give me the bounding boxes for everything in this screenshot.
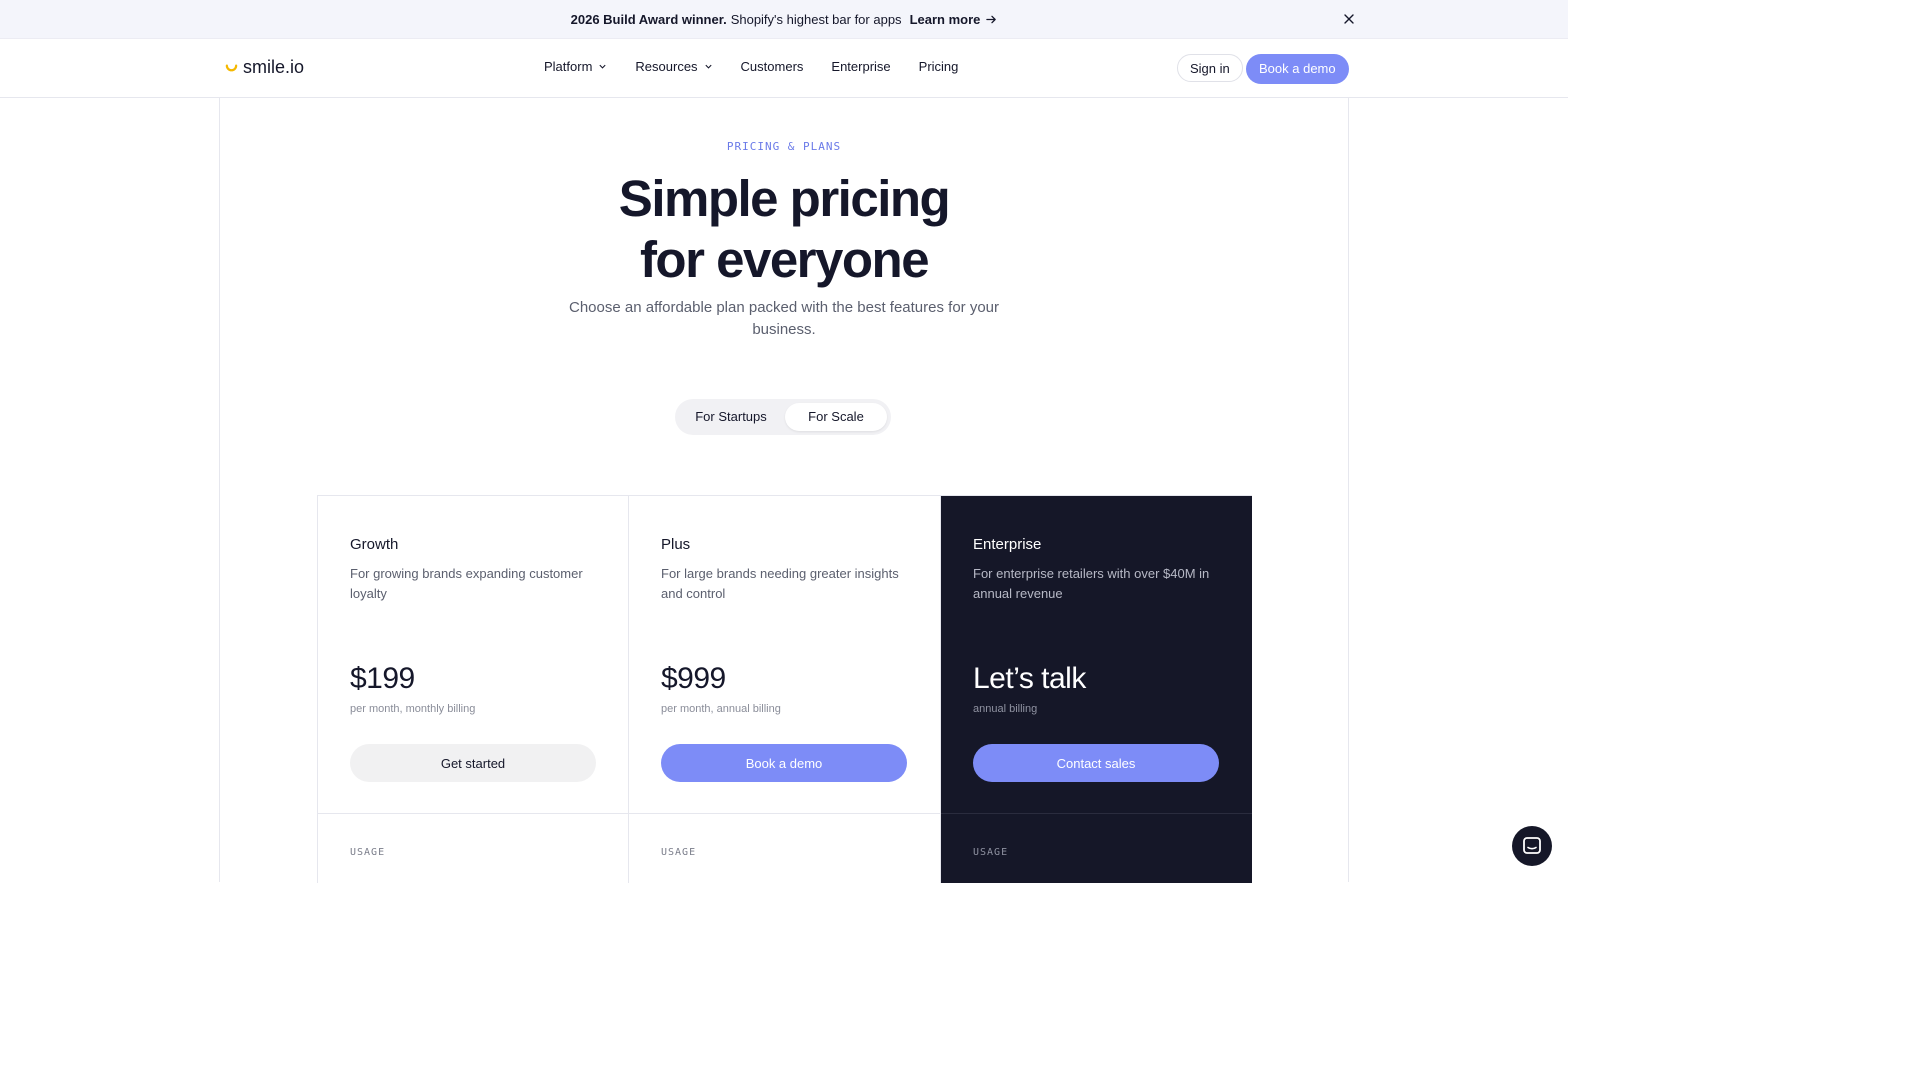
toggle-option-scale[interactable]: For Scale	[785, 403, 887, 431]
logo-text: smile.io	[243, 57, 305, 77]
chat-launcher-button[interactable]	[1512, 826, 1552, 866]
plan-divider	[629, 813, 940, 814]
plan-description: For enterprise retailers with over $40M …	[973, 566, 1210, 601]
plan-name: Enterprise	[973, 536, 1042, 553]
nav-label: Enterprise	[831, 59, 891, 74]
plan-billing: annual billing	[973, 703, 1038, 715]
plan-price: $999	[661, 662, 726, 695]
chevron-down-icon	[599, 64, 606, 69]
plan-divider	[318, 813, 628, 814]
plan-price: Let’s talk	[973, 662, 1086, 695]
plan-card-growth: Growth For growing brands expanding cust…	[318, 496, 629, 883]
contact-sales-button[interactable]: Contact sales	[973, 744, 1219, 782]
nav-label: Customers	[740, 59, 804, 74]
plan-section-label: USAGE	[973, 847, 1009, 858]
close-icon[interactable]	[1340, 10, 1358, 28]
get-started-button[interactable]: Get started	[350, 744, 596, 782]
plan-description: For growing brands expanding customer lo…	[350, 566, 583, 601]
plan-card-plus: Plus For large brands needing greater in…	[629, 496, 941, 883]
nav-label: Platform	[544, 59, 593, 74]
title-line-1: Simple pricing	[618, 170, 951, 227]
plan-billing: per month, annual billing	[661, 703, 781, 715]
nav-label: Pricing	[918, 59, 959, 74]
toggle-option-startups[interactable]: For Startups	[681, 403, 781, 431]
logo[interactable]: smile.io	[225, 57, 304, 78]
plan-description: For large brands needing greater insight…	[661, 566, 899, 601]
plan-section-label: USAGE	[661, 847, 697, 858]
plan-name: Plus	[661, 536, 691, 553]
plan-card-enterprise: Enterprise For enterprise retailers with…	[941, 496, 1252, 883]
site-header: smile.io Platform Resources Customers En…	[0, 39, 1568, 98]
arrow-right-icon	[986, 15, 997, 23]
nav-item-enterprise[interactable]: Enterprise	[831, 59, 890, 74]
announcement-text: Shopify's highest bar for apps	[730, 11, 902, 27]
chevron-down-icon	[704, 64, 712, 69]
plan-book-demo-button[interactable]: Book a demo	[661, 744, 907, 782]
page-title: Simple pricing for everyone	[0, 168, 1568, 290]
learn-more-link[interactable]: Learn more	[910, 12, 998, 27]
plan-segment-toggle: For Startups For Scale	[675, 399, 891, 435]
announcement-bar: 2026 Build Award winner. Shopify's highe…	[0, 0, 1568, 39]
eyebrow-label: PRICING & PLANS	[726, 140, 842, 153]
chat-bubble-icon	[1523, 837, 1541, 854]
smile-logo-icon	[225, 64, 238, 72]
main-nav: Platform Resources Customers Enterprise …	[544, 59, 958, 74]
book-demo-button[interactable]: Book a demo	[1246, 54, 1349, 84]
nav-item-pricing[interactable]: Pricing	[919, 59, 959, 74]
page-subtitle: Choose an affordable plan packed with th…	[569, 299, 999, 338]
sign-in-button[interactable]: Sign in	[1177, 54, 1243, 82]
announcement-bold-text: 2026 Build Award winner.	[570, 11, 727, 27]
plan-billing: per month, monthly billing	[350, 703, 476, 715]
nav-item-platform[interactable]: Platform	[544, 59, 607, 74]
plan-section-label: USAGE	[350, 847, 386, 858]
title-line-2: for everyone	[639, 231, 930, 288]
nav-item-resources[interactable]: Resources	[635, 59, 712, 74]
learn-more-label: Learn more	[909, 11, 981, 27]
pricing-plans: Growth For growing brands expanding cust…	[317, 495, 1252, 883]
nav-item-customers[interactable]: Customers	[741, 59, 804, 74]
nav-label: Resources	[635, 59, 698, 74]
plan-price: $199	[350, 662, 415, 695]
plan-divider	[941, 813, 1252, 814]
plan-name: Growth	[350, 536, 399, 553]
